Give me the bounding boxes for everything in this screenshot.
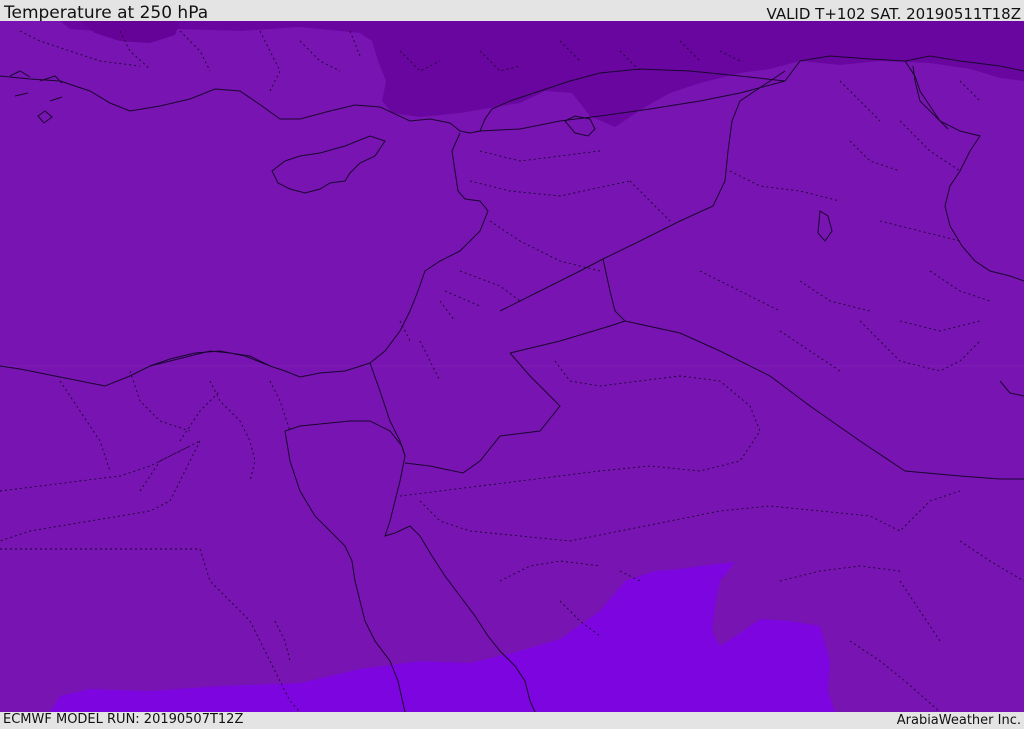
map-title: Temperature at 250 hPa (4, 3, 209, 23)
model-run-label: ECMWF MODEL RUN: 20190507T12Z (3, 712, 244, 727)
weather-map (0, 21, 1024, 712)
temperature-field-base (0, 21, 1024, 712)
temperature-field-svg (0, 21, 1024, 712)
credit-label: ArabiaWeather Inc. (896, 713, 1021, 728)
top-bar: Temperature at 250 hPa VALID T+102 SAT. … (0, 0, 1024, 23)
bottom-bar: ECMWF MODEL RUN: 20190507T12Z ArabiaWeat… (0, 712, 1024, 729)
